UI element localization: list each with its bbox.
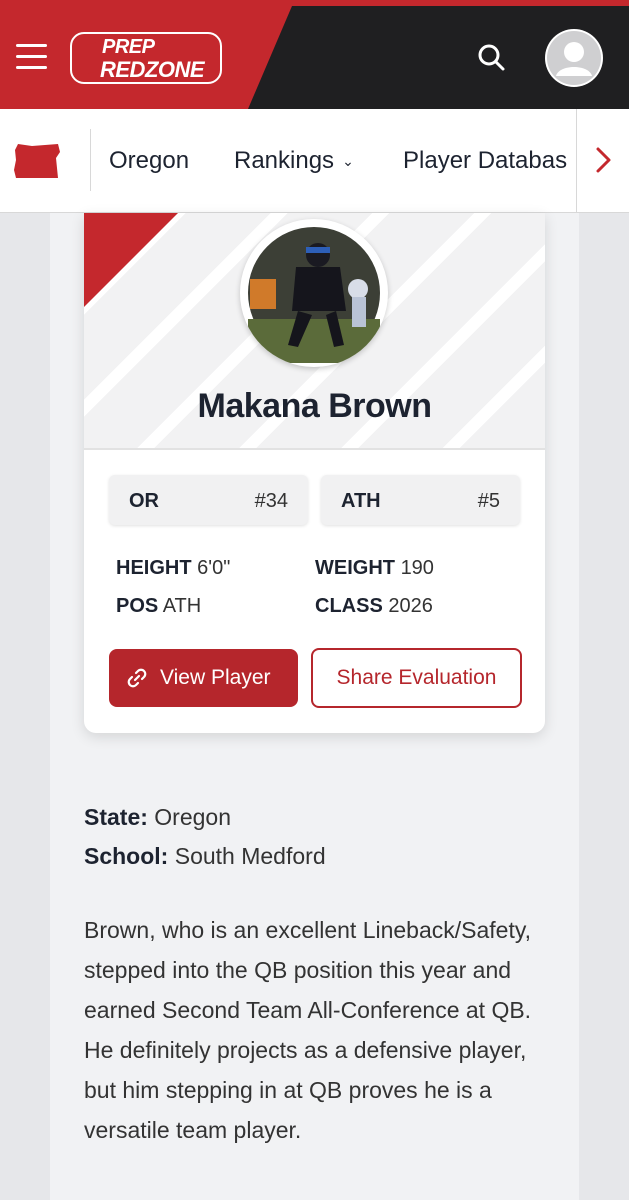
card-header: Makana Brown [84,213,545,450]
chevron-down-icon: ⌄ [342,153,354,170]
height-label: HEIGHT [116,557,192,579]
view-player-button[interactable]: View Player [109,649,298,707]
chevron-right-icon[interactable] [590,145,618,175]
weight-value: 190 [400,557,434,579]
weight-attribute: WEIGHT 190 [315,557,434,580]
nav-item-rankings[interactable]: Rankings ⌄ [234,147,354,175]
oregon-state-shape-icon[interactable] [12,140,64,182]
hamburger-menu-icon[interactable] [16,44,48,72]
sub-navigation: Oregon Rankings ⌄ Player Databas [0,109,629,213]
height-value: 6'0" [197,557,231,579]
position-value: ATH [162,595,202,617]
state-rank-badge: OR #34 [109,475,308,525]
site-logo[interactable]: PREP REDZONE [70,32,222,84]
state-info: State: Oregon [84,804,231,831]
school-info-label: School: [84,843,169,869]
view-player-label: View Player [160,666,271,689]
school-info-value: South Medford [174,843,326,869]
nav-item-oregon[interactable]: Oregon [109,147,189,175]
state-info-value: Oregon [154,804,232,830]
position-rank-value: #5 [477,490,500,512]
header-accent-line [0,0,629,6]
position-label: POS [116,595,159,617]
player-card: Makana Brown OR #34 ATH #5 HEIGHT 6'0" W… [84,213,545,733]
class-value: 2026 [388,595,433,617]
top-header: PREP REDZONE [0,0,629,109]
nav-item-player-database[interactable]: Player Databas [403,147,576,175]
school-info: School: South Medford [84,843,326,870]
state-rank-label: OR [129,490,159,512]
logo-text-line1: PREP [102,36,155,58]
position-rank-badge: ATH #5 [321,475,520,525]
card-corner-accent [84,213,178,307]
weight-label: WEIGHT [315,557,395,579]
user-avatar-icon[interactable] [545,29,603,87]
nav-divider [576,109,577,212]
evaluation-text: Brown, who is an excellent Lineback/Safe… [84,917,532,1143]
player-name: Makana Brown [197,387,432,425]
player-photo [240,219,388,367]
nav-item-rankings-label: Rankings [234,147,335,174]
search-icon[interactable] [476,42,508,74]
class-label: CLASS [315,595,383,617]
share-evaluation-button[interactable]: Share Evaluation [311,648,522,708]
position-rank-label: ATH [341,490,381,512]
nav-divider [90,129,91,191]
state-rank-value: #34 [254,490,288,512]
position-attribute: POS ATH [116,595,201,618]
logo-text-line2: REDZONE [100,57,205,82]
height-attribute: HEIGHT 6'0" [116,557,230,580]
class-attribute: CLASS 2026 [315,595,433,618]
link-icon [127,668,147,688]
state-info-label: State: [84,804,148,830]
